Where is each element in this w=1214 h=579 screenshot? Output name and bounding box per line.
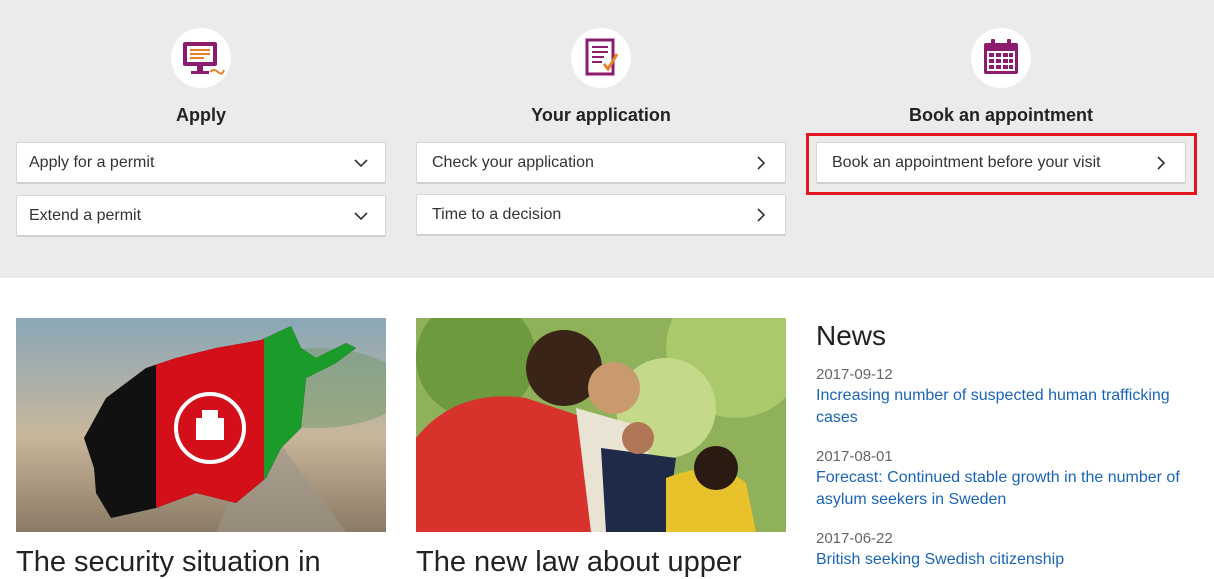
news-card-security[interactable]: The security situation in [16, 318, 386, 578]
card-title[interactable]: The new law about upper [416, 546, 742, 579]
computer-screen-icon [171, 28, 231, 88]
news-item: 2017-08-01 Forecast: Continued stable gr… [816, 447, 1196, 511]
young-people-photo[interactable] [416, 318, 786, 532]
apply-for-permit-label: Apply for a permit [29, 153, 155, 171]
card-title[interactable]: The security situation in [16, 546, 321, 579]
chevron-right-icon [757, 156, 766, 170]
news-link[interactable]: British seeking Swedish citizenship [816, 549, 1196, 571]
news-date: 2017-08-01 [816, 448, 893, 465]
news-item: 2017-09-12 Increasing number of suspecte… [816, 365, 1196, 429]
apply-for-permit-button[interactable]: Apply for a permit [16, 142, 386, 184]
news-link[interactable]: Increasing number of suspected human tra… [816, 385, 1196, 429]
news-date: 2017-09-12 [816, 366, 893, 383]
chevron-right-icon [757, 208, 766, 222]
check-application-label: Check your application [432, 153, 594, 171]
news-card-new-law[interactable]: The new law about upper [416, 318, 786, 578]
news-section: News 2017-09-12 Increasing number of sus… [816, 318, 1196, 568]
your-application-title: Your application [531, 105, 671, 125]
apply-title: Apply [175, 105, 226, 125]
check-application-button[interactable]: Check your application [416, 142, 786, 184]
time-to-decision-button[interactable]: Time to a decision [416, 194, 786, 236]
news-heading: News [816, 320, 887, 351]
book-appointment-title: Book an appointment [909, 105, 1093, 125]
chevron-down-icon [354, 159, 368, 168]
time-to-decision-label: Time to a decision [432, 205, 562, 223]
afghanistan-flag-map-image[interactable] [16, 318, 386, 532]
news-item: 2017-06-22 British seeking Swedish citiz… [816, 529, 1196, 571]
chevron-down-icon [354, 212, 368, 221]
highlight-box [806, 133, 1197, 195]
calendar-icon [971, 28, 1031, 88]
extend-permit-label: Extend a permit [29, 206, 142, 224]
news-date: 2017-06-22 [816, 530, 893, 547]
extend-permit-button[interactable]: Extend a permit [16, 195, 386, 237]
checklist-document-icon [571, 28, 631, 88]
news-link[interactable]: Forecast: Continued stable growth in the… [816, 467, 1196, 511]
